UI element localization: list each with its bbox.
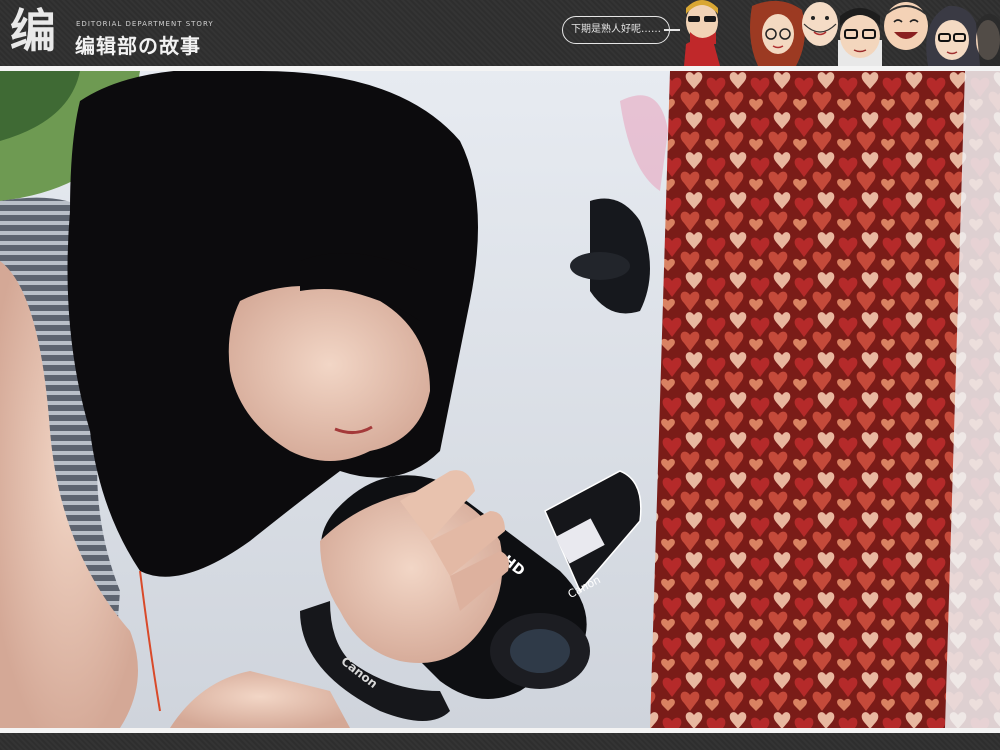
photo: HD Canon Canon	[0, 71, 1000, 728]
heart-tag-wall	[650, 71, 1000, 728]
editorial-frame: 编 EDITORIAL DEPARTMENT STORY 编辑部の故事 下期是熟…	[0, 0, 1000, 750]
bald-man-cartoon-icon	[802, 2, 838, 46]
logo-glyph: 编	[10, 4, 56, 58]
header-band: 编 EDITORIAL DEPARTMENT STORY 编辑部の故事 下期是熟…	[0, 0, 1000, 66]
black-hair-glasses-cartoon-icon	[838, 8, 882, 66]
logo-title: 编辑部の故事	[75, 34, 201, 58]
glasses-girl-cartoon-icon	[926, 5, 1000, 66]
round-face-laughing-cartoon-icon	[884, 2, 928, 50]
speech-bubble: 下期是熟人好呢……	[562, 16, 670, 44]
sunglasses-red-scarf-cartoon-icon	[684, 0, 720, 66]
red-haired-glasses-cartoon-icon	[750, 0, 805, 66]
speech-bubble-tail	[664, 29, 680, 31]
logo-subtitle: EDITORIAL DEPARTMENT STORY	[76, 20, 214, 28]
cartoon-avatars	[680, 0, 1000, 66]
footer-band	[0, 733, 1000, 750]
